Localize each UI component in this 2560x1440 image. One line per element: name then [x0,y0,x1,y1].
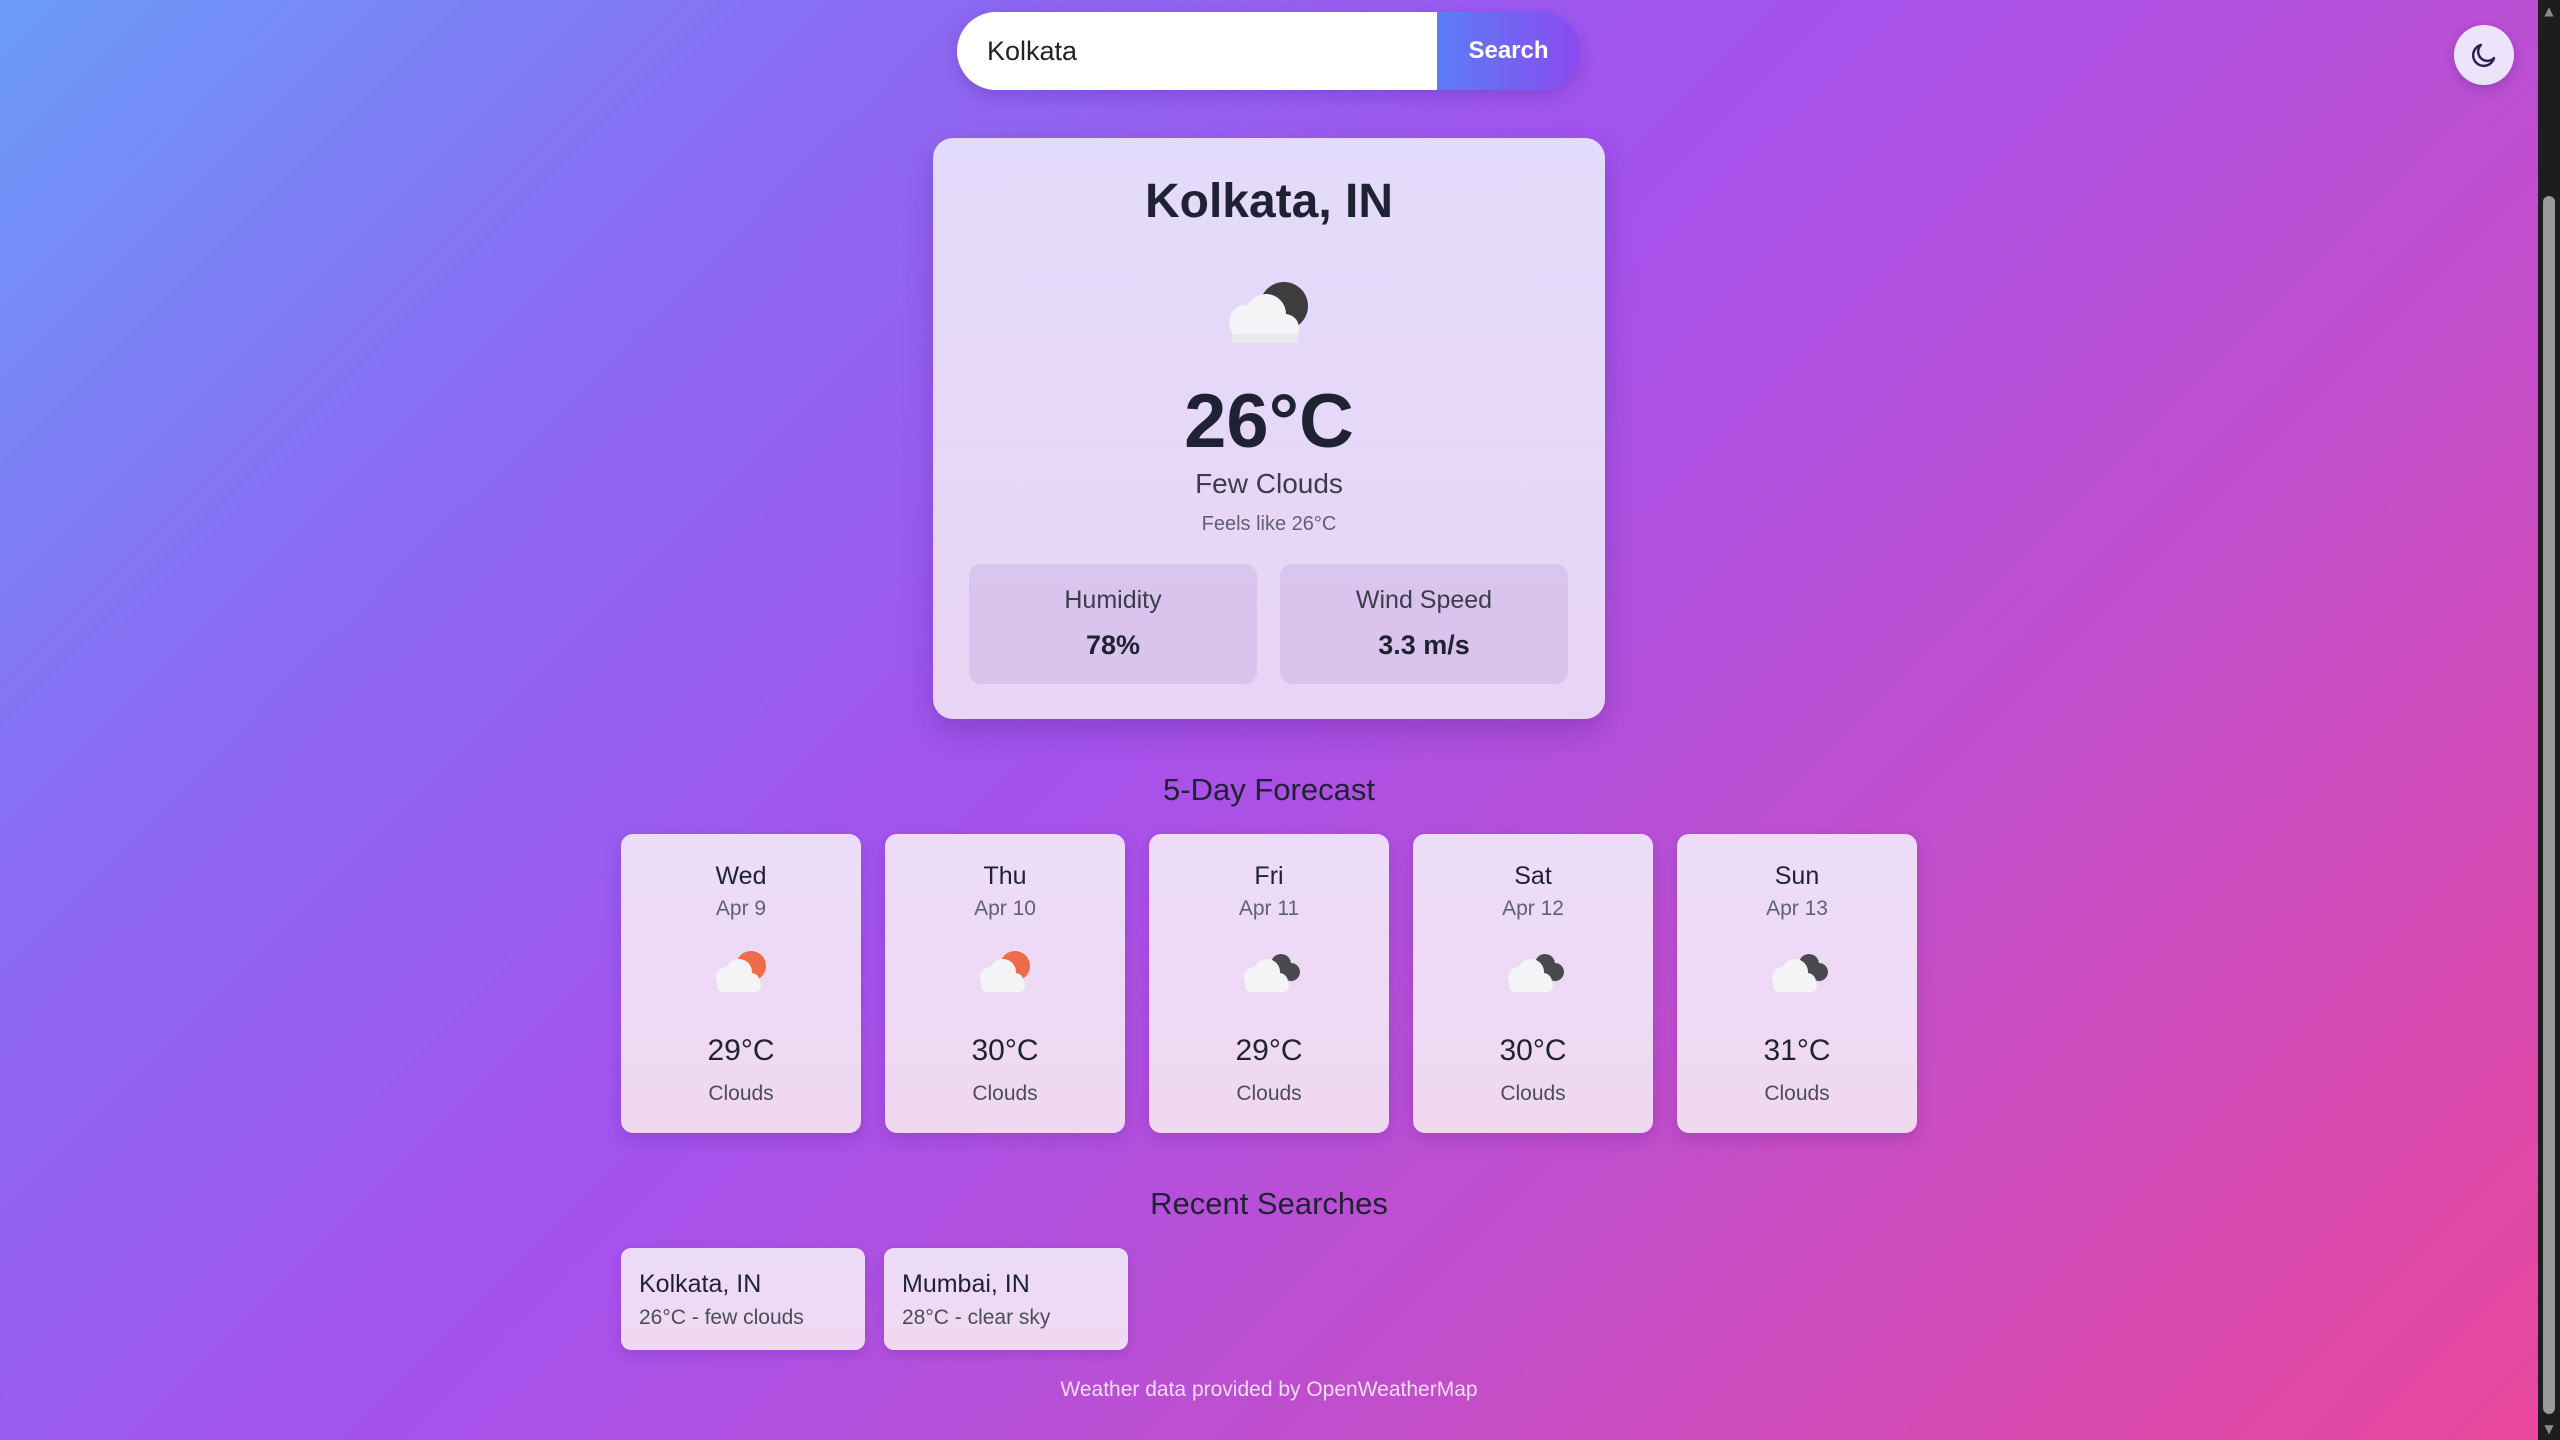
scroll-down-arrow-icon[interactable]: ▼ [2538,1418,2560,1440]
forecast-day: Fri [1254,862,1284,890]
broken-clouds-icon [1508,954,1564,992]
scroll-up-arrow-icon[interactable]: ▲ [2538,0,2560,22]
theme-toggle-button[interactable] [2454,25,2514,85]
wind-speed-label: Wind Speed [1355,586,1493,614]
forecast-temperature: 30°C [971,1034,1039,1067]
forecast-card: Sun Apr 13 31°C Clouds [1677,834,1917,1133]
forecast-title: 5-Day Forecast [1163,772,1375,807]
recent-search-city: Mumbai, IN [902,1270,1030,1298]
forecast-day: Thu [983,862,1027,890]
recent-search-item[interactable]: Kolkata, IN 26°C - few clouds [621,1248,865,1350]
weather-description: Few Clouds [1195,468,1343,499]
recent-search-detail: 28°C - clear sky [902,1306,1051,1329]
broken-clouds-icon [1244,954,1300,992]
feels-like: Feels like 26°C [1201,513,1337,535]
forecast-description: Clouds [708,1082,774,1105]
search-button[interactable]: Search [1437,12,1580,90]
wind-speed-value: 3.3 m/s [1378,630,1470,660]
page-scrollbar[interactable]: ▲ ▼ [2538,0,2560,1440]
wind-speed-box: Wind Speed 3.3 m/s [1280,564,1568,684]
recent-search-detail: 26°C - few clouds [639,1306,804,1329]
forecast-date: Apr 9 [715,897,767,920]
forecast-temperature: 29°C [1235,1034,1303,1067]
humidity-value: 78% [1085,630,1141,660]
recent-search-item[interactable]: Mumbai, IN 28°C - clear sky [884,1248,1128,1350]
recent-search-city: Kolkata, IN [639,1270,762,1298]
search-bar: Search [957,12,1580,90]
cloud-sun-icon [716,951,766,992]
humidity-box: Humidity 78% [969,564,1257,684]
forecast-date: Apr 11 [1238,897,1300,920]
forecast-date: Apr 10 [974,897,1036,920]
forecast-description: Clouds [972,1082,1038,1105]
forecast-date: Apr 13 [1766,897,1828,920]
forecast-description: Clouds [1236,1082,1302,1105]
search-input[interactable] [957,12,1437,90]
footer-attribution: Weather data provided by OpenWeatherMap [1060,1378,1478,1401]
forecast-day: Sat [1514,862,1552,890]
current-weather-card: Kolkata, IN 26°C Few Clouds Feels like 2… [933,138,1605,719]
forecast-temperature: 29°C [707,1034,775,1067]
weather-app: Search Kolkata, IN 26°C Few Clouds Feels… [0,0,2538,1440]
forecast-temperature: 31°C [1763,1034,1831,1067]
broken-clouds-icon [1772,954,1828,992]
forecast-description: Clouds [1500,1082,1566,1105]
humidity-label: Humidity [1064,586,1162,614]
recent-searches-title: Recent Searches [1150,1186,1388,1221]
forecast-description: Clouds [1764,1082,1830,1105]
forecast-card: Sat Apr 12 30°C Clouds [1413,834,1653,1133]
city-name: Kolkata, IN [1144,175,1394,228]
cloud-sun-icon [980,951,1030,992]
moon-icon [2471,43,2496,68]
forecast-card: Thu Apr 10 30°C Clouds [885,834,1125,1133]
forecast-day: Wed [715,862,767,890]
scrollbar-thumb[interactable] [2543,196,2555,1414]
current-temperature: 26°C [1184,379,1354,464]
forecast-date: Apr 12 [1502,897,1564,920]
forecast-card: Wed Apr 9 29°C Clouds [621,834,861,1133]
forecast-card: Fri Apr 11 29°C Clouds [1149,834,1389,1133]
cloud-moon-icon [1229,282,1308,343]
forecast-day: Sun [1774,862,1820,890]
forecast-temperature: 30°C [1499,1034,1567,1067]
